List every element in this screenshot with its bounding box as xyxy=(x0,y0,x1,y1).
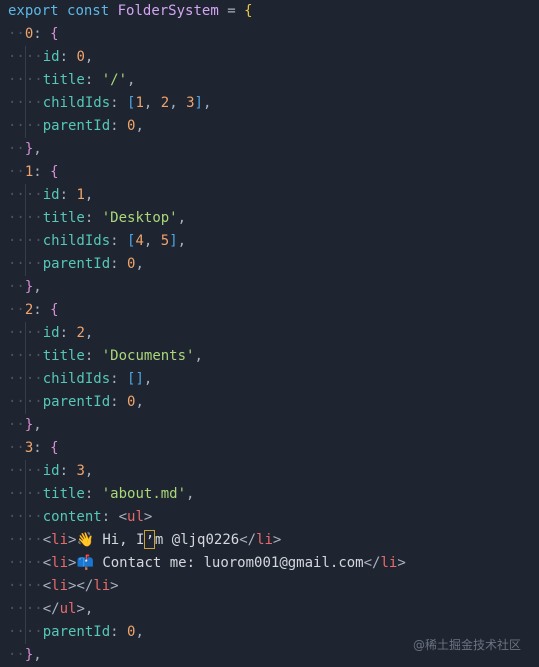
code-line-18[interactable]: ····parentId: 0, xyxy=(0,391,539,414)
code-line-4[interactable]: ····title: '/', xyxy=(0,69,539,92)
code-line-9[interactable]: ····id: 1, xyxy=(0,184,539,207)
code-line-22[interactable]: ····title: 'about.md', xyxy=(0,483,539,506)
code-line-11[interactable]: ····childIds: [4, 5], xyxy=(0,230,539,253)
code-line-17[interactable]: ····childIds: [], xyxy=(0,368,539,391)
code-line-23[interactable]: ····content: <ul> xyxy=(0,506,539,529)
code-line-8[interactable]: ··1: { xyxy=(0,161,539,184)
code-line-5[interactable]: ····childIds: [1, 2, 3], xyxy=(0,92,539,115)
code-line-24[interactable]: ····<li>👋 Hi, I’m @ljq0226</li> xyxy=(0,529,539,552)
code-line-20[interactable]: ··3: { xyxy=(0,437,539,460)
code-line-6[interactable]: ····parentId: 0, xyxy=(0,115,539,138)
code-line-7[interactable]: ··}, xyxy=(0,138,539,161)
code-line-19[interactable]: ··}, xyxy=(0,414,539,437)
token-export: export xyxy=(8,3,59,19)
code-line-2[interactable]: ··0: { xyxy=(0,23,539,46)
code-line-3[interactable]: ····id: 0, xyxy=(0,46,539,69)
code-line-25[interactable]: ····<li>📫 Contact me: luorom001@gmail.co… xyxy=(0,552,539,575)
token-const: const xyxy=(67,3,110,19)
code-line-14[interactable]: ··2: { xyxy=(0,299,539,322)
code-line-21[interactable]: ····id: 3, xyxy=(0,460,539,483)
code-line-12[interactable]: ····parentId: 0, xyxy=(0,253,539,276)
token-identifier: FolderSystem xyxy=(117,3,219,19)
code-line-26[interactable]: ····<li></li> xyxy=(0,575,539,598)
code-line-1[interactable]: export const FolderSystem = { xyxy=(0,0,539,23)
code-line-27[interactable]: ····</ul>, xyxy=(0,598,539,621)
text-cursor: ’ xyxy=(144,529,155,550)
code-lines[interactable]: export const FolderSystem = { ··0: { ···… xyxy=(0,0,539,667)
code-line-15[interactable]: ····id: 2, xyxy=(0,322,539,345)
code-line-10[interactable]: ····title: 'Desktop', xyxy=(0,207,539,230)
code-line-13[interactable]: ··}, xyxy=(0,276,539,299)
code-editor[interactable]: export const FolderSystem = { ··0: { ···… xyxy=(0,0,539,667)
code-line-16[interactable]: ····title: 'Documents', xyxy=(0,345,539,368)
watermark-text: @稀土掘金技术社区 xyxy=(412,638,521,652)
